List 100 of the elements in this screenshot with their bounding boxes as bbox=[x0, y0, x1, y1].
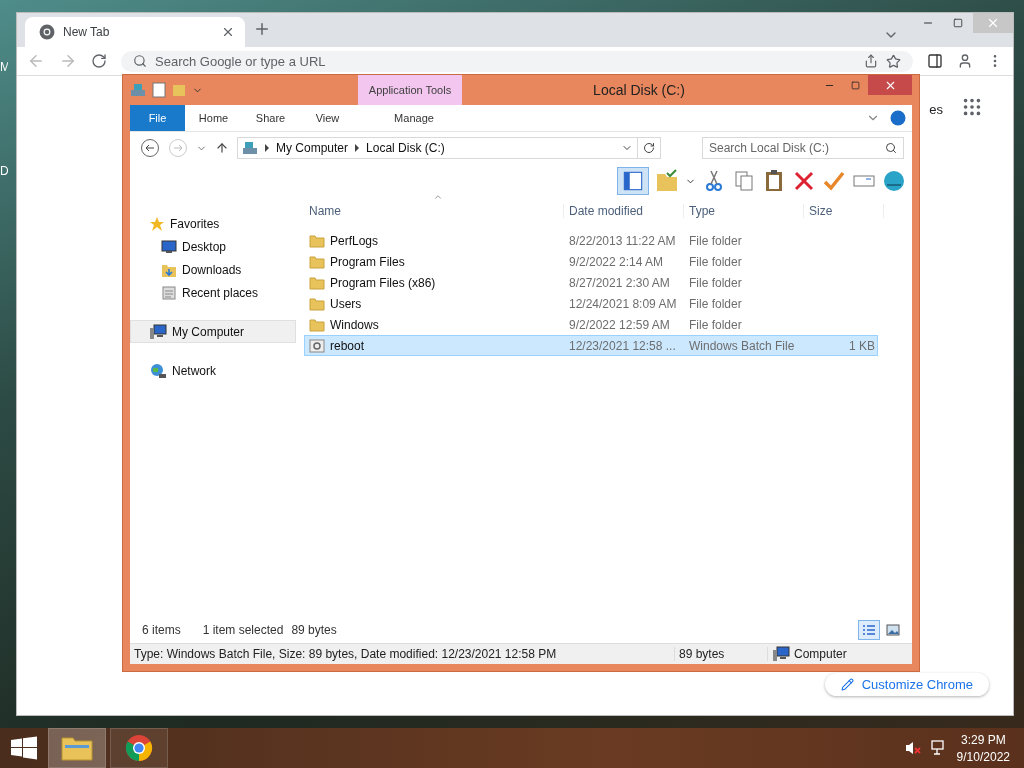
selection-count: 1 item selected bbox=[202, 623, 284, 637]
file-row[interactable]: reboot 12/23/2021 12:58 ... Windows Batch File 1 KB bbox=[304, 335, 878, 356]
breadcrumb[interactable]: My Computer bbox=[276, 141, 349, 155]
address-bar[interactable]: My Computer Local Disk (C:) bbox=[237, 137, 661, 159]
share-icon[interactable] bbox=[864, 54, 878, 68]
network-icon[interactable] bbox=[930, 740, 947, 756]
nav-label: Desktop bbox=[182, 239, 227, 254]
folder-icon[interactable] bbox=[655, 169, 679, 193]
chevron-right-icon[interactable] bbox=[354, 144, 361, 152]
date-cell-text: 9/2/2022 12:59 AM bbox=[568, 317, 671, 332]
nav-item[interactable]: Recent places bbox=[130, 281, 296, 304]
taskbar-button[interactable] bbox=[110, 728, 168, 768]
type-cell-text: Windows Batch File bbox=[688, 338, 796, 353]
side-panel-icon[interactable] bbox=[927, 53, 943, 69]
file-row[interactable]: Users 12/24/2021 8:09 AM File folder bbox=[304, 293, 878, 314]
nav-label: Recent places bbox=[182, 285, 259, 300]
monitor-icon bbox=[161, 239, 177, 254]
file-name: reboot bbox=[330, 338, 365, 353]
date-cell-text: 9/2/2022 2:14 AM bbox=[568, 254, 665, 269]
delete-icon[interactable] bbox=[792, 169, 816, 193]
details-size: 89 bytes bbox=[675, 647, 768, 661]
file-name: Program Files bbox=[330, 254, 405, 269]
column-header[interactable]: Date modified bbox=[564, 204, 684, 218]
document-icon[interactable] bbox=[152, 82, 166, 98]
nav-label: Favorites bbox=[170, 216, 220, 231]
view-button[interactable] bbox=[858, 620, 880, 640]
desktop-icon-label[interactable]: D bbox=[0, 164, 8, 178]
ribbon-tab[interactable]: Home bbox=[185, 105, 242, 131]
header-link[interactable]: es bbox=[929, 102, 943, 117]
nav-item[interactable]: Favorites bbox=[130, 212, 296, 235]
chevron-right-icon[interactable] bbox=[264, 144, 270, 152]
star-icon bbox=[149, 215, 165, 232]
clock-date: 9/10/2022 bbox=[956, 749, 1010, 764]
sort-icon bbox=[433, 192, 443, 202]
file-row[interactable]: Windows 9/2/2022 12:59 AM File folder bbox=[304, 314, 878, 335]
folder-icon bbox=[61, 735, 93, 761]
ribbon-tab[interactable]: View bbox=[299, 105, 356, 131]
up-icon[interactable] bbox=[215, 141, 229, 155]
profile-icon[interactable] bbox=[957, 53, 973, 69]
file-row[interactable]: Program Files (x86) 8/27/2021 2:30 AM File folder bbox=[304, 272, 878, 293]
column-header[interactable]: Type bbox=[684, 204, 804, 218]
nav-item[interactable]: My Computer bbox=[130, 320, 296, 343]
type-cell-text: File folder bbox=[688, 296, 743, 311]
file-name: PerfLogs bbox=[330, 233, 379, 248]
tab-title: New Tab bbox=[63, 25, 111, 39]
drive-icon bbox=[242, 141, 258, 155]
browser-tab[interactable]: New Tab bbox=[25, 17, 245, 47]
chrome-logo-icon bbox=[39, 24, 55, 40]
folder-icon bbox=[309, 317, 325, 332]
details-location: Computer bbox=[794, 647, 847, 661]
computer-icon bbox=[149, 323, 167, 340]
preview-pane-icon[interactable] bbox=[617, 167, 649, 195]
nav-item[interactable]: Network bbox=[130, 359, 296, 382]
nav-label: My Computer bbox=[172, 324, 245, 339]
date-cell-text: 12/24/2021 8:09 AM bbox=[568, 296, 678, 311]
nav-label: Network bbox=[172, 363, 216, 378]
file-row[interactable]: PerfLogs 8/22/2013 11:22 AM File folder bbox=[304, 230, 878, 251]
computer-icon bbox=[772, 646, 790, 662]
column-header[interactable]: Size bbox=[804, 204, 884, 218]
ribbon-tab[interactable]: Manage bbox=[362, 105, 466, 131]
folder-icon bbox=[309, 296, 325, 311]
file-row[interactable]: Program Files 9/2/2022 2:14 AM File folder bbox=[304, 251, 878, 272]
window-title: Local Disk (C:) bbox=[592, 82, 686, 98]
selection-size: 89 bytes bbox=[291, 623, 337, 637]
date-cell-text: 8/22/2013 11:22 AM bbox=[568, 233, 677, 248]
address-placeholder: Search Google or type a URL bbox=[155, 53, 327, 69]
document-icon bbox=[161, 284, 177, 301]
clock-time: 3:29 PM bbox=[960, 732, 1006, 747]
close-icon[interactable] bbox=[221, 25, 235, 39]
folder-icon bbox=[309, 254, 325, 269]
back-icon[interactable] bbox=[140, 138, 160, 158]
nav-item[interactable]: Downloads bbox=[130, 258, 296, 281]
search-field[interactable]: Search Local Disk (C:) bbox=[702, 137, 904, 159]
search-icon bbox=[133, 54, 147, 68]
search-icon[interactable] bbox=[885, 142, 897, 154]
column-header[interactable]: Name bbox=[304, 204, 564, 218]
muted-speaker-icon[interactable] bbox=[904, 740, 921, 756]
date-cell-text: 12/23/2021 12:58 ... bbox=[568, 338, 677, 353]
address-field[interactable]: Search Google or type a URL bbox=[121, 50, 913, 72]
file-name: Windows bbox=[330, 317, 379, 332]
nav-label: Downloads bbox=[182, 262, 242, 277]
nav-item[interactable]: Desktop bbox=[130, 235, 296, 258]
item-count: 6 items bbox=[142, 623, 181, 637]
search-placeholder: Search Local Disk (C:) bbox=[709, 141, 830, 155]
pencil-icon bbox=[840, 678, 854, 691]
type-cell-text: File folder bbox=[688, 254, 743, 269]
customize-button[interactable]: Customize Chrome bbox=[824, 673, 989, 696]
checkmark-icon[interactable] bbox=[822, 169, 846, 193]
reload-icon[interactable] bbox=[91, 53, 107, 69]
folder-icon bbox=[309, 275, 325, 290]
context-tab-label: Application Tools bbox=[358, 75, 462, 105]
breadcrumb[interactable]: Local Disk (C:) bbox=[366, 141, 445, 155]
ribbon-tab[interactable]: Share bbox=[242, 105, 299, 131]
type-cell-text: File folder bbox=[688, 317, 743, 332]
details-view-icon bbox=[862, 624, 876, 636]
star-icon[interactable] bbox=[886, 53, 901, 69]
type-cell-text: File folder bbox=[688, 233, 743, 248]
chrome-logo-icon bbox=[125, 734, 153, 762]
clock[interactable]: 3:29 PM 9/10/2022 bbox=[956, 732, 1010, 764]
folder-icon bbox=[309, 233, 325, 248]
